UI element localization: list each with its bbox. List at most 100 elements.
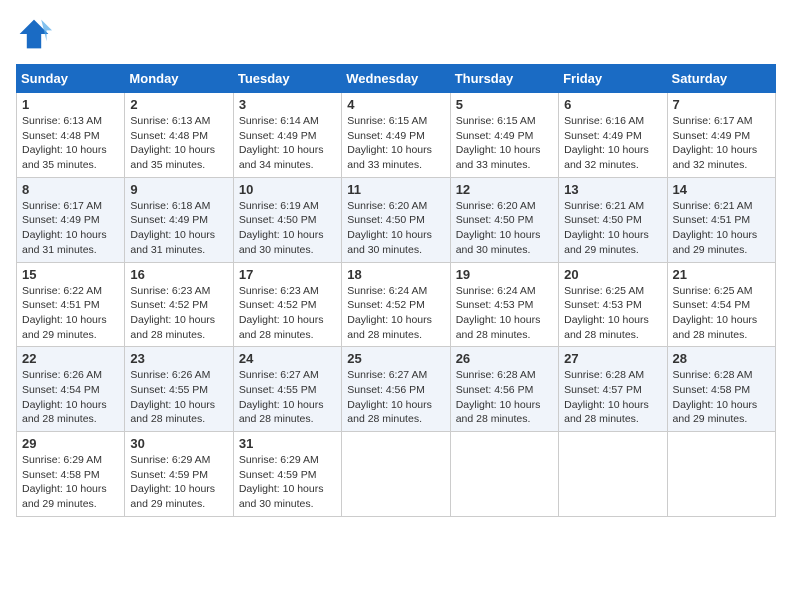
- calendar-cell: 26 Sunrise: 6:28 AMSunset: 4:56 PMDaylig…: [450, 347, 558, 432]
- day-number: 13: [564, 182, 661, 197]
- day-info: Sunrise: 6:21 AMSunset: 4:50 PMDaylight:…: [564, 200, 649, 256]
- calendar-cell: 25 Sunrise: 6:27 AMSunset: 4:56 PMDaylig…: [342, 347, 450, 432]
- calendar-cell: 16 Sunrise: 6:23 AMSunset: 4:52 PMDaylig…: [125, 262, 233, 347]
- day-number: 24: [239, 351, 336, 366]
- day-of-week-header: Wednesday: [342, 65, 450, 93]
- day-info: Sunrise: 6:23 AMSunset: 4:52 PMDaylight:…: [130, 285, 215, 341]
- logo: [16, 16, 56, 52]
- day-number: 5: [456, 97, 553, 112]
- day-info: Sunrise: 6:18 AMSunset: 4:49 PMDaylight:…: [130, 200, 215, 256]
- day-number: 20: [564, 267, 661, 282]
- calendar-cell: 5 Sunrise: 6:15 AMSunset: 4:49 PMDayligh…: [450, 93, 558, 178]
- day-number: 27: [564, 351, 661, 366]
- day-info: Sunrise: 6:29 AMSunset: 4:58 PMDaylight:…: [22, 454, 107, 510]
- day-info: Sunrise: 6:16 AMSunset: 4:49 PMDaylight:…: [564, 115, 649, 171]
- calendar-cell: 30 Sunrise: 6:29 AMSunset: 4:59 PMDaylig…: [125, 432, 233, 517]
- calendar-week-row: 1 Sunrise: 6:13 AMSunset: 4:48 PMDayligh…: [17, 93, 776, 178]
- day-number: 7: [673, 97, 770, 112]
- calendar-cell: 20 Sunrise: 6:25 AMSunset: 4:53 PMDaylig…: [559, 262, 667, 347]
- day-info: Sunrise: 6:25 AMSunset: 4:54 PMDaylight:…: [673, 285, 758, 341]
- day-number: 31: [239, 436, 336, 451]
- day-number: 19: [456, 267, 553, 282]
- day-of-week-header: Thursday: [450, 65, 558, 93]
- day-info: Sunrise: 6:19 AMSunset: 4:50 PMDaylight:…: [239, 200, 324, 256]
- calendar-header-row: SundayMondayTuesdayWednesdayThursdayFrid…: [17, 65, 776, 93]
- calendar-cell: 17 Sunrise: 6:23 AMSunset: 4:52 PMDaylig…: [233, 262, 341, 347]
- day-of-week-header: Saturday: [667, 65, 775, 93]
- day-info: Sunrise: 6:26 AMSunset: 4:54 PMDaylight:…: [22, 369, 107, 425]
- day-number: 23: [130, 351, 227, 366]
- day-number: 3: [239, 97, 336, 112]
- day-number: 10: [239, 182, 336, 197]
- day-info: Sunrise: 6:14 AMSunset: 4:49 PMDaylight:…: [239, 115, 324, 171]
- calendar-week-row: 22 Sunrise: 6:26 AMSunset: 4:54 PMDaylig…: [17, 347, 776, 432]
- day-number: 6: [564, 97, 661, 112]
- day-info: Sunrise: 6:27 AMSunset: 4:56 PMDaylight:…: [347, 369, 432, 425]
- day-number: 26: [456, 351, 553, 366]
- day-info: Sunrise: 6:21 AMSunset: 4:51 PMDaylight:…: [673, 200, 758, 256]
- day-number: 30: [130, 436, 227, 451]
- day-number: 1: [22, 97, 119, 112]
- day-info: Sunrise: 6:24 AMSunset: 4:52 PMDaylight:…: [347, 285, 432, 341]
- calendar-cell: 22 Sunrise: 6:26 AMSunset: 4:54 PMDaylig…: [17, 347, 125, 432]
- calendar-cell: 11 Sunrise: 6:20 AMSunset: 4:50 PMDaylig…: [342, 177, 450, 262]
- day-info: Sunrise: 6:28 AMSunset: 4:56 PMDaylight:…: [456, 369, 541, 425]
- calendar-cell: 31 Sunrise: 6:29 AMSunset: 4:59 PMDaylig…: [233, 432, 341, 517]
- calendar-cell: 12 Sunrise: 6:20 AMSunset: 4:50 PMDaylig…: [450, 177, 558, 262]
- calendar-cell: 15 Sunrise: 6:22 AMSunset: 4:51 PMDaylig…: [17, 262, 125, 347]
- day-of-week-header: Friday: [559, 65, 667, 93]
- day-info: Sunrise: 6:28 AMSunset: 4:57 PMDaylight:…: [564, 369, 649, 425]
- day-info: Sunrise: 6:29 AMSunset: 4:59 PMDaylight:…: [239, 454, 324, 510]
- day-number: 11: [347, 182, 444, 197]
- day-number: 2: [130, 97, 227, 112]
- day-of-week-header: Sunday: [17, 65, 125, 93]
- day-info: Sunrise: 6:17 AMSunset: 4:49 PMDaylight:…: [673, 115, 758, 171]
- calendar-cell: 18 Sunrise: 6:24 AMSunset: 4:52 PMDaylig…: [342, 262, 450, 347]
- calendar-cell: 23 Sunrise: 6:26 AMSunset: 4:55 PMDaylig…: [125, 347, 233, 432]
- day-number: 28: [673, 351, 770, 366]
- day-info: Sunrise: 6:23 AMSunset: 4:52 PMDaylight:…: [239, 285, 324, 341]
- day-of-week-header: Tuesday: [233, 65, 341, 93]
- day-info: Sunrise: 6:20 AMSunset: 4:50 PMDaylight:…: [456, 200, 541, 256]
- day-info: Sunrise: 6:29 AMSunset: 4:59 PMDaylight:…: [130, 454, 215, 510]
- day-info: Sunrise: 6:27 AMSunset: 4:55 PMDaylight:…: [239, 369, 324, 425]
- day-number: 12: [456, 182, 553, 197]
- day-info: Sunrise: 6:20 AMSunset: 4:50 PMDaylight:…: [347, 200, 432, 256]
- calendar-cell: [342, 432, 450, 517]
- calendar-cell: 27 Sunrise: 6:28 AMSunset: 4:57 PMDaylig…: [559, 347, 667, 432]
- calendar-table: SundayMondayTuesdayWednesdayThursdayFrid…: [16, 64, 776, 517]
- day-number: 17: [239, 267, 336, 282]
- calendar-cell: [450, 432, 558, 517]
- day-number: 14: [673, 182, 770, 197]
- calendar-cell: 9 Sunrise: 6:18 AMSunset: 4:49 PMDayligh…: [125, 177, 233, 262]
- calendar-cell: 8 Sunrise: 6:17 AMSunset: 4:49 PMDayligh…: [17, 177, 125, 262]
- calendar-cell: 29 Sunrise: 6:29 AMSunset: 4:58 PMDaylig…: [17, 432, 125, 517]
- calendar-cell: 13 Sunrise: 6:21 AMSunset: 4:50 PMDaylig…: [559, 177, 667, 262]
- day-number: 8: [22, 182, 119, 197]
- day-info: Sunrise: 6:25 AMSunset: 4:53 PMDaylight:…: [564, 285, 649, 341]
- calendar-cell: [667, 432, 775, 517]
- day-info: Sunrise: 6:26 AMSunset: 4:55 PMDaylight:…: [130, 369, 215, 425]
- day-number: 18: [347, 267, 444, 282]
- day-info: Sunrise: 6:15 AMSunset: 4:49 PMDaylight:…: [347, 115, 432, 171]
- logo-icon: [16, 16, 52, 52]
- calendar-cell: 7 Sunrise: 6:17 AMSunset: 4:49 PMDayligh…: [667, 93, 775, 178]
- calendar-cell: 28 Sunrise: 6:28 AMSunset: 4:58 PMDaylig…: [667, 347, 775, 432]
- day-number: 21: [673, 267, 770, 282]
- page-header: [16, 16, 776, 52]
- day-info: Sunrise: 6:13 AMSunset: 4:48 PMDaylight:…: [130, 115, 215, 171]
- calendar-week-row: 8 Sunrise: 6:17 AMSunset: 4:49 PMDayligh…: [17, 177, 776, 262]
- calendar-cell: 4 Sunrise: 6:15 AMSunset: 4:49 PMDayligh…: [342, 93, 450, 178]
- calendar-cell: 3 Sunrise: 6:14 AMSunset: 4:49 PMDayligh…: [233, 93, 341, 178]
- day-number: 25: [347, 351, 444, 366]
- day-number: 15: [22, 267, 119, 282]
- calendar-cell: 21 Sunrise: 6:25 AMSunset: 4:54 PMDaylig…: [667, 262, 775, 347]
- calendar-cell: 24 Sunrise: 6:27 AMSunset: 4:55 PMDaylig…: [233, 347, 341, 432]
- day-number: 4: [347, 97, 444, 112]
- calendar-cell: 1 Sunrise: 6:13 AMSunset: 4:48 PMDayligh…: [17, 93, 125, 178]
- calendar-cell: 19 Sunrise: 6:24 AMSunset: 4:53 PMDaylig…: [450, 262, 558, 347]
- day-info: Sunrise: 6:17 AMSunset: 4:49 PMDaylight:…: [22, 200, 107, 256]
- day-info: Sunrise: 6:13 AMSunset: 4:48 PMDaylight:…: [22, 115, 107, 171]
- calendar-cell: 6 Sunrise: 6:16 AMSunset: 4:49 PMDayligh…: [559, 93, 667, 178]
- calendar-cell: 10 Sunrise: 6:19 AMSunset: 4:50 PMDaylig…: [233, 177, 341, 262]
